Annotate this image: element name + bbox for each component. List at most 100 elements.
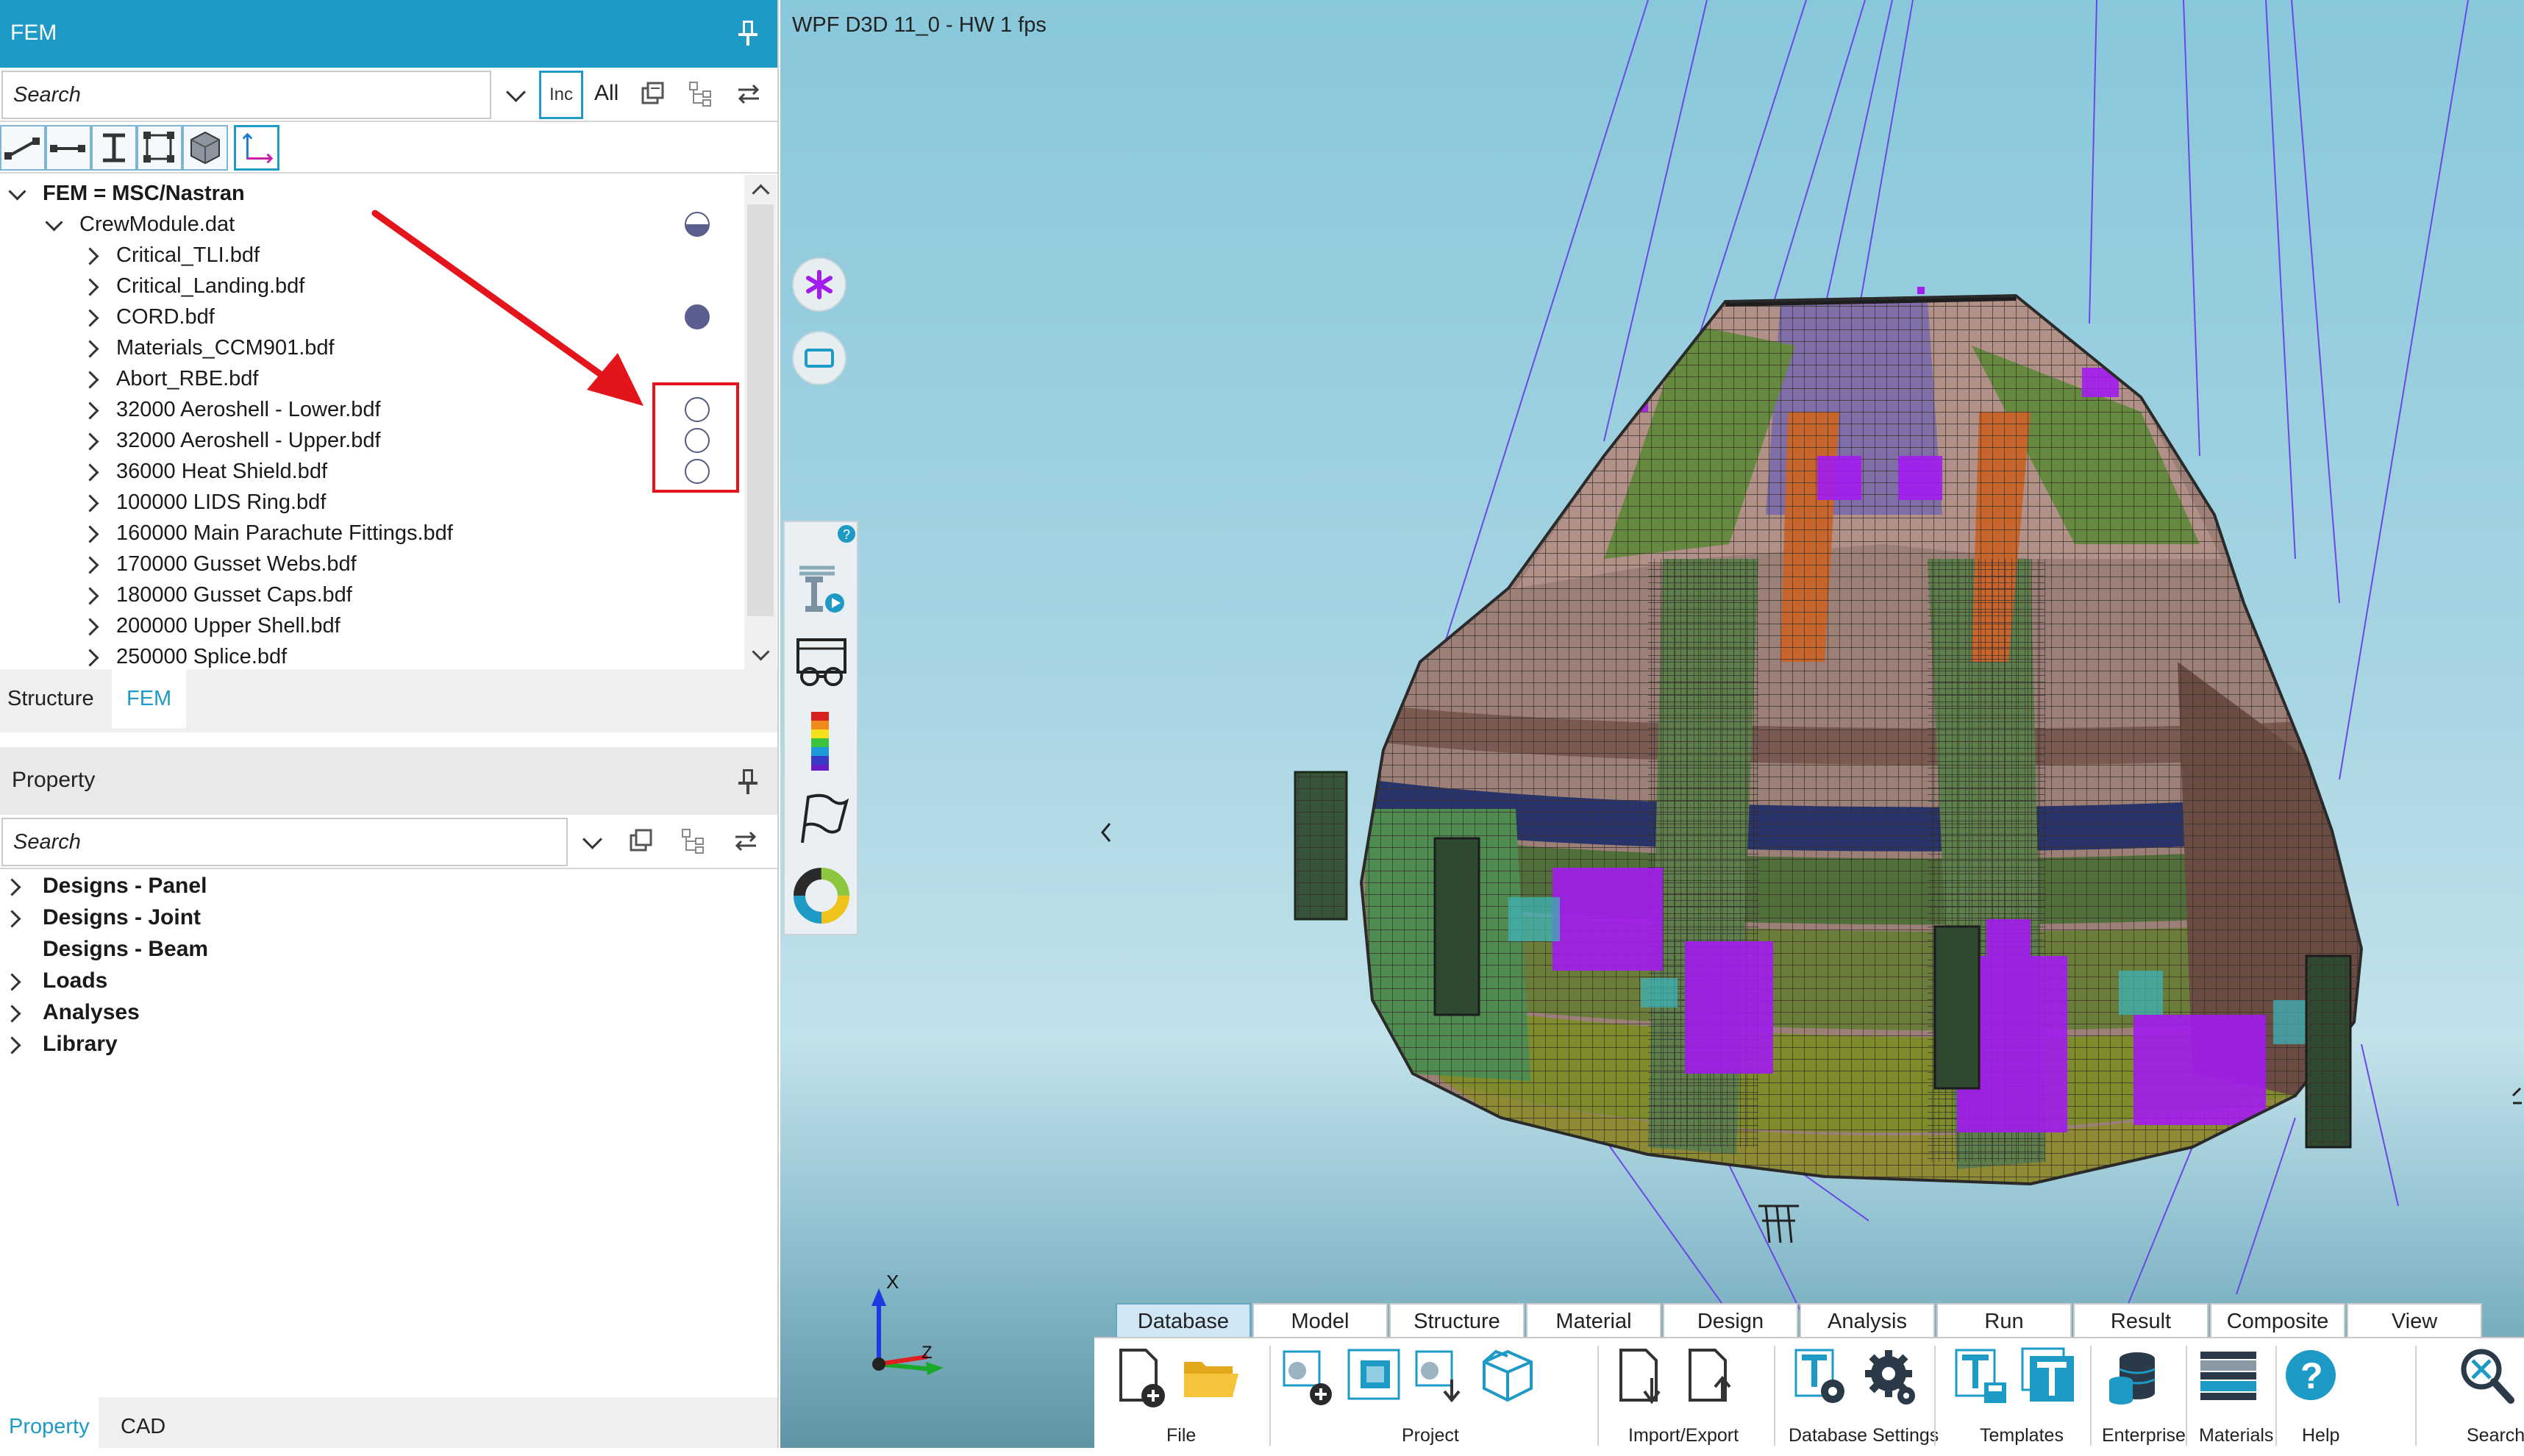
tree-item[interactable]: 32000 Aeroshell - Upper.bdf [116, 425, 381, 456]
chevron-right-icon[interactable] [82, 618, 99, 634]
open-folder-icon[interactable] [1180, 1344, 1241, 1410]
visibility-status-icon[interactable] [685, 212, 710, 237]
chevron-right-icon[interactable] [82, 556, 99, 572]
isolate-button[interactable] [792, 257, 846, 312]
ribbon-tab-material[interactable]: Material [1526, 1303, 1661, 1338]
help-icon[interactable]: ? [2281, 1344, 2343, 1410]
chevron-right-icon[interactable] [82, 432, 99, 449]
filter-ibeam-button[interactable] [91, 125, 137, 171]
color-wheel-icon[interactable] [792, 866, 851, 925]
chevron-right-icon[interactable] [4, 1004, 21, 1021]
chevron-down-icon[interactable] [46, 216, 62, 232]
filter-rod-button[interactable] [0, 125, 46, 171]
tree-item[interactable]: CORD.bdf [116, 301, 215, 332]
property-tree-item[interactable]: Designs - Beam [43, 934, 208, 965]
gear-settings-icon[interactable] [1859, 1344, 1921, 1410]
filter-plate-button[interactable] [137, 125, 182, 171]
chevron-right-icon[interactable] [4, 1036, 21, 1052]
chevron-right-icon[interactable] [82, 309, 99, 325]
chevron-right-icon[interactable] [82, 402, 99, 418]
tree-item[interactable]: 180000 Gusset Caps.bdf [116, 579, 352, 610]
ribbon-tab-design[interactable]: Design [1663, 1303, 1798, 1338]
tree-item[interactable]: 200000 Upper Shell.bdf [116, 610, 341, 641]
pin-icon[interactable] [738, 769, 757, 796]
tree-item[interactable]: Abort_RBE.bdf [116, 363, 258, 394]
tab-property[interactable]: Property [0, 1397, 99, 1448]
ribbon-tab-run[interactable]: Run [1936, 1303, 2072, 1338]
pin-icon[interactable] [738, 21, 757, 47]
scroll-up-arrow-icon[interactable] [753, 181, 768, 196]
copy-icon[interactable] [627, 827, 656, 856]
contour-legend-icon[interactable] [805, 710, 835, 772]
swap-icon[interactable] [734, 79, 763, 109]
template-save-icon[interactable] [1950, 1344, 2012, 1410]
visibility-status-icon[interactable] [685, 304, 710, 329]
property-tree-item[interactable]: Designs - Joint [43, 902, 201, 933]
chevron-down-icon[interactable] [582, 832, 603, 853]
tree-item[interactable]: Critical_TLI.bdf [116, 240, 260, 271]
scroll-down-arrow-icon[interactable] [753, 646, 768, 660]
fit-view-button[interactable] [792, 331, 846, 385]
materials-layers-icon[interactable] [2197, 1344, 2259, 1410]
chevron-right-icon[interactable] [4, 878, 21, 894]
chevron-right-icon[interactable] [82, 247, 99, 263]
crew-module-mesh[interactable] [780, 0, 2524, 1448]
fem-tree-scrollbar[interactable] [744, 175, 777, 669]
database-template-settings-icon[interactable] [1790, 1344, 1852, 1410]
tree-item[interactable]: 32000 Aeroshell - Lower.bdf [116, 394, 381, 425]
section-cut-play-icon[interactable] [791, 557, 849, 616]
ribbon-tab-view[interactable]: View [2347, 1303, 2482, 1338]
hierarchy-icon[interactable] [680, 827, 709, 856]
ribbon-tab-database[interactable]: Database [1116, 1303, 1251, 1338]
ribbon-tab-model[interactable]: Model [1252, 1303, 1388, 1338]
enterprise-database-icon[interactable] [2103, 1344, 2165, 1410]
camera-view-icon[interactable] [791, 631, 852, 693]
filter-solid-button[interactable] [182, 125, 228, 171]
tree-item[interactable]: CrewModule.dat [79, 209, 235, 240]
chevron-right-icon[interactable] [82, 340, 99, 356]
chevron-right-icon[interactable] [82, 278, 99, 294]
fem-search-input[interactable]: Search [1, 71, 491, 119]
property-tree-item[interactable]: Library [43, 1029, 118, 1060]
filter-beam-button[interactable] [46, 125, 91, 171]
tree-item[interactable]: 100000 LIDS Ring.bdf [116, 487, 326, 518]
chevron-right-icon[interactable] [82, 463, 99, 479]
open-project-icon[interactable] [1344, 1344, 1406, 1410]
export-icon[interactable] [1683, 1344, 1744, 1410]
tree-item[interactable]: 250000 Splice.bdf [116, 641, 287, 669]
tree-item[interactable]: 160000 Main Parachute Fittings.bdf [116, 518, 453, 549]
swap-icon[interactable] [731, 827, 760, 856]
tab-fem[interactable]: FEM [112, 669, 187, 728]
search-icon[interactable] [2456, 1344, 2518, 1410]
tab-structure[interactable]: Structure [0, 669, 101, 728]
chevron-right-icon[interactable] [82, 494, 99, 510]
hierarchy-icon[interactable] [687, 79, 716, 109]
copy-icon[interactable] [638, 79, 668, 109]
ribbon-tab-result[interactable]: Result [2073, 1303, 2208, 1338]
filter-coordinate-system-button[interactable] [234, 125, 279, 171]
tree-item[interactable]: 36000 Heat Shield.bdf [116, 456, 327, 487]
chevron-right-icon[interactable] [4, 973, 21, 989]
all-button[interactable]: All [594, 81, 618, 106]
ribbon-tab-structure[interactable]: Structure [1389, 1303, 1525, 1338]
property-tree-item[interactable]: Loads [43, 966, 107, 996]
chevron-down-icon[interactable] [506, 85, 527, 106]
scrollbar-thumb[interactable] [747, 204, 774, 616]
ribbon-tab-analysis[interactable]: Analysis [1800, 1303, 1935, 1338]
property-tree-item[interactable]: Analyses [43, 997, 140, 1028]
chevron-right-icon[interactable] [82, 525, 99, 541]
chevron-right-icon[interactable] [82, 587, 99, 603]
new-file-icon[interactable] [1111, 1344, 1172, 1410]
chevron-right-icon[interactable] [82, 371, 99, 387]
tab-cad[interactable]: CAD [112, 1397, 174, 1448]
tree-item[interactable]: 170000 Gusset Webs.bdf [116, 549, 357, 579]
package-box-icon[interactable] [1477, 1344, 1539, 1410]
export-project-icon[interactable] [1411, 1344, 1472, 1410]
new-project-icon[interactable] [1278, 1344, 1340, 1410]
help-badge-icon[interactable]: ? [836, 524, 857, 544]
import-icon[interactable] [1614, 1344, 1675, 1410]
tree-item[interactable]: Materials_CCM901.bdf [116, 332, 335, 363]
chevron-right-icon[interactable] [4, 910, 21, 926]
3d-viewport[interactable]: WPF D3D 11_0 - HW 1 fps X Z ? [780, 0, 2524, 1448]
ribbon-tab-composite[interactable]: Composite [2210, 1303, 2345, 1338]
